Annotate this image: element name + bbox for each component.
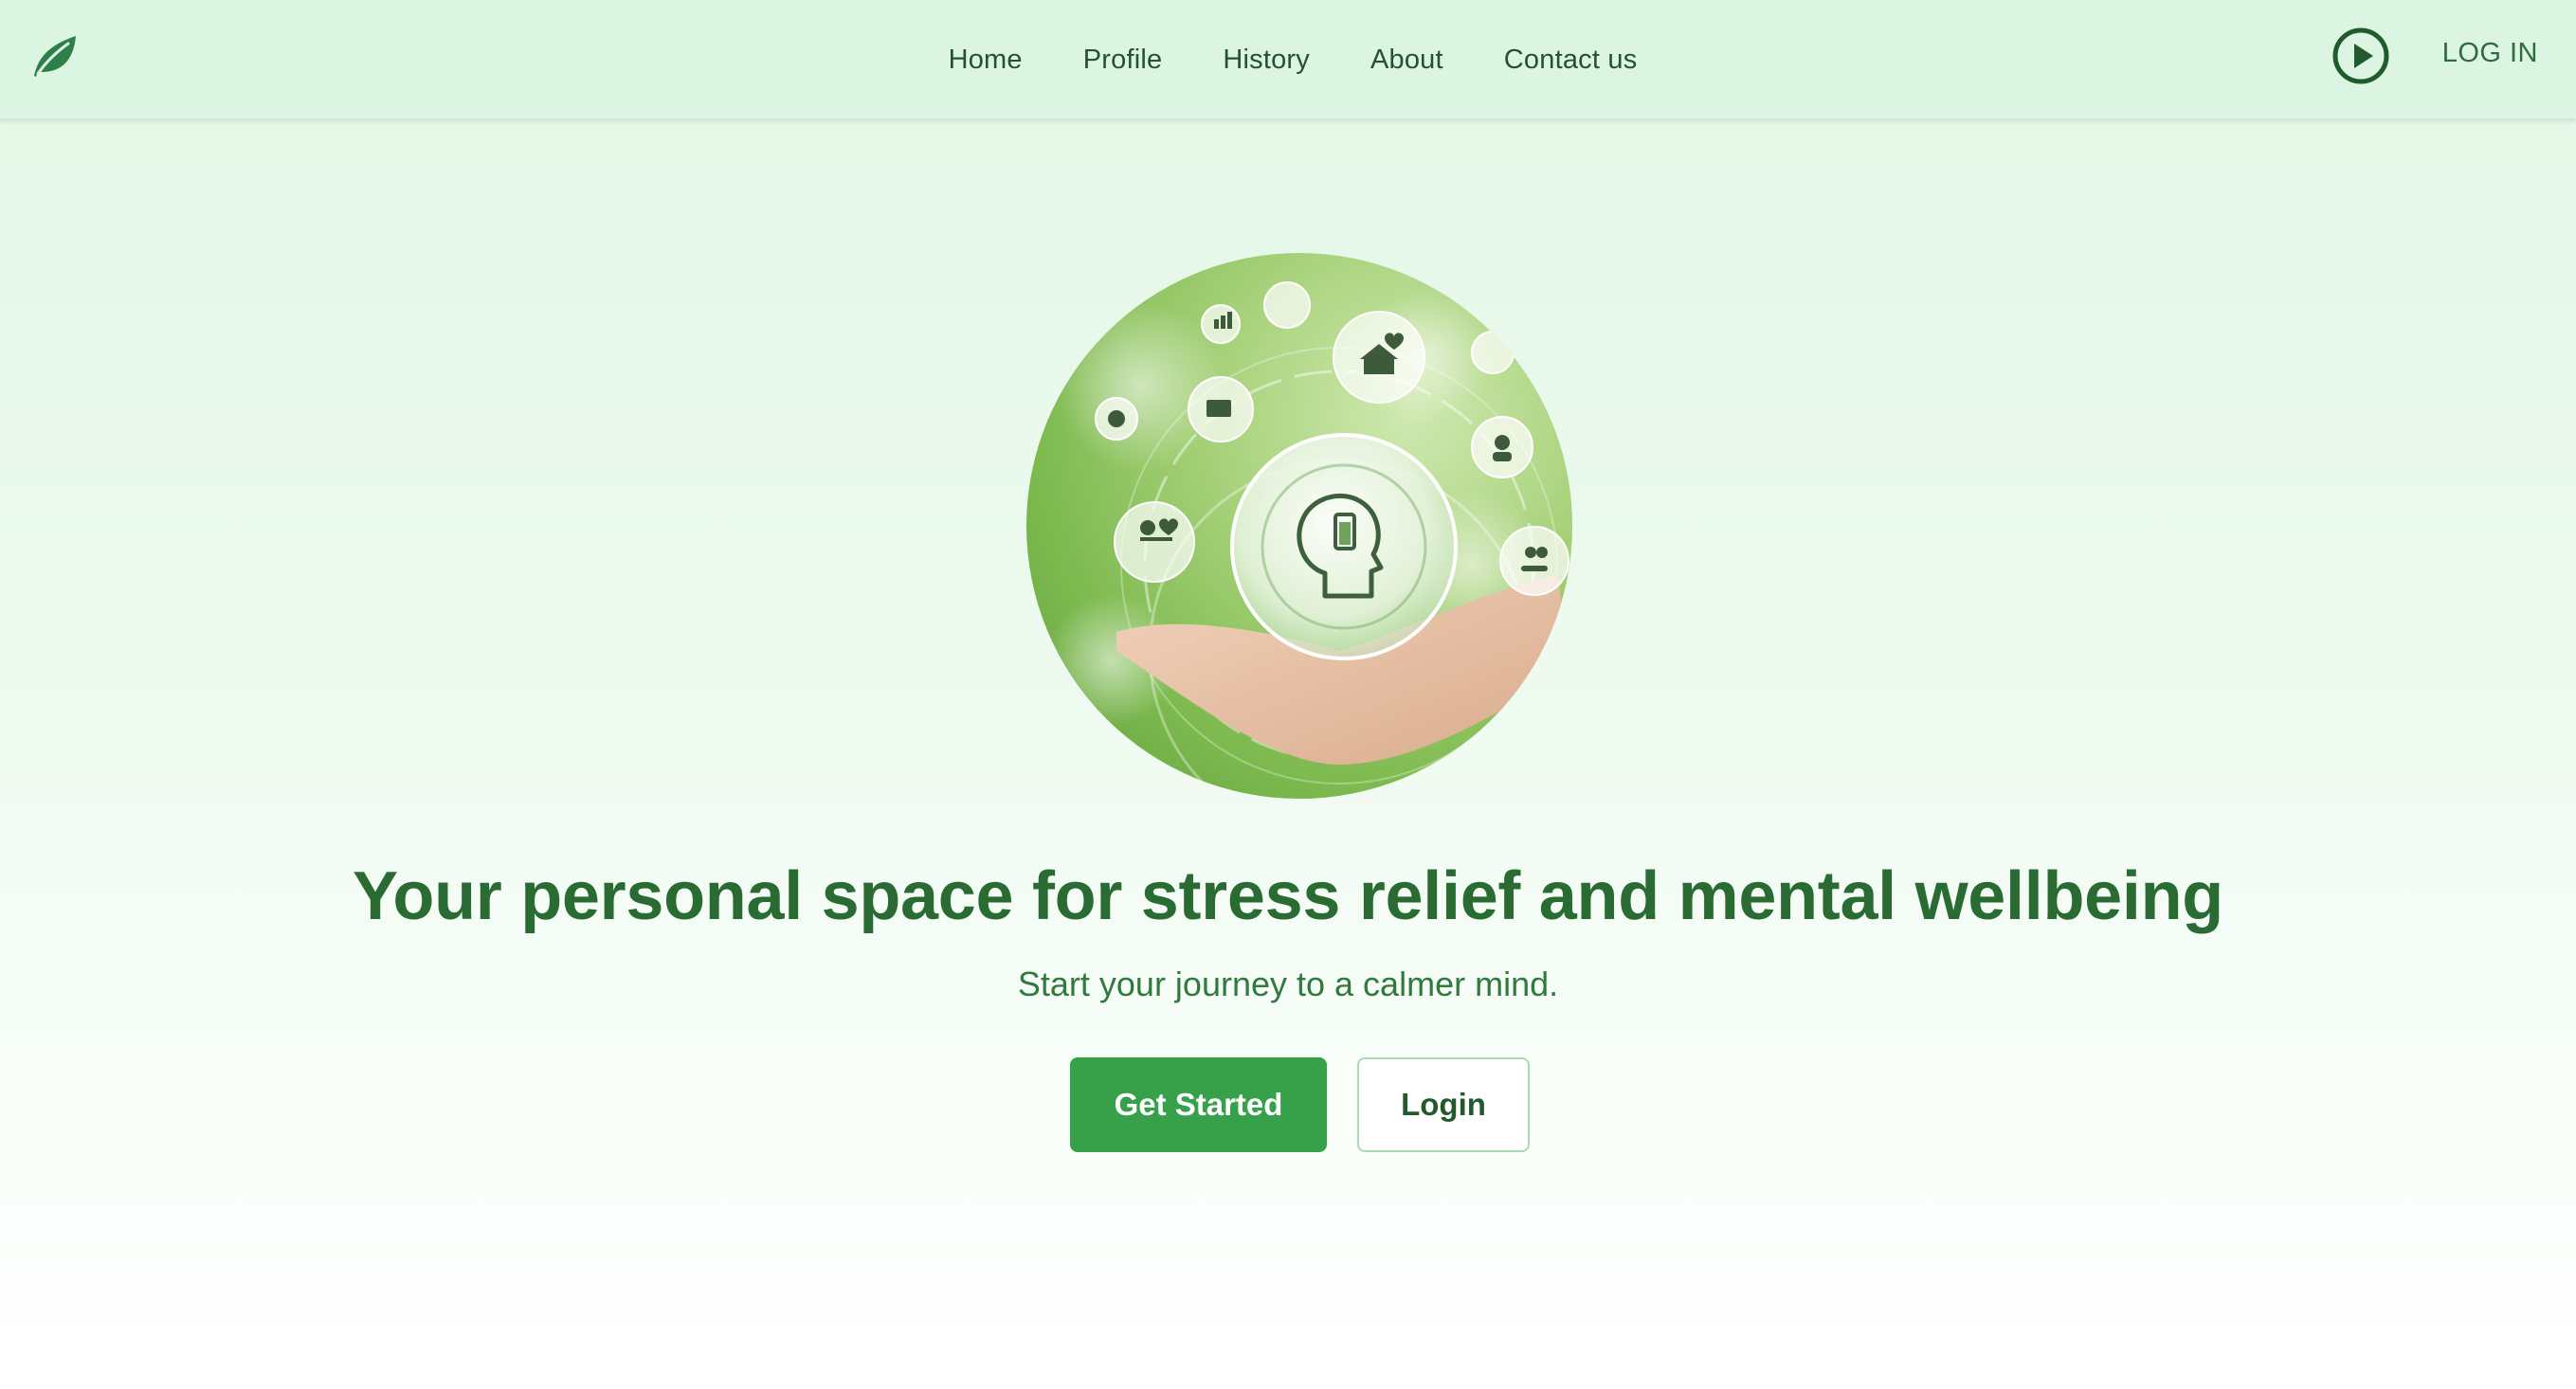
nav-link-profile[interactable]: Profile xyxy=(1083,45,1163,76)
hero-title: Your personal space for stress relief an… xyxy=(353,858,2223,934)
nav-login-link[interactable]: LOG IN xyxy=(2442,38,2538,69)
hero-subtitle: Start your journey to a calmer mind. xyxy=(1017,965,1559,1003)
hero-image xyxy=(1026,253,1572,799)
get-started-button[interactable]: Get Started xyxy=(1070,1057,1327,1152)
nav-link-about[interactable]: About xyxy=(1370,45,1443,76)
nav-link-history[interactable]: History xyxy=(1223,45,1310,76)
play-circle-icon[interactable] xyxy=(2331,27,2390,85)
top-navbar: Home Profile History About Contact us LO… xyxy=(0,0,2576,119)
main-nav: Home Profile History About Contact us xyxy=(0,0,2576,119)
login-button[interactable]: Login xyxy=(1357,1057,1530,1152)
nav-link-contact[interactable]: Contact us xyxy=(1504,45,1638,76)
leaf-icon[interactable] xyxy=(28,30,82,83)
nav-link-home[interactable]: Home xyxy=(949,45,1023,76)
